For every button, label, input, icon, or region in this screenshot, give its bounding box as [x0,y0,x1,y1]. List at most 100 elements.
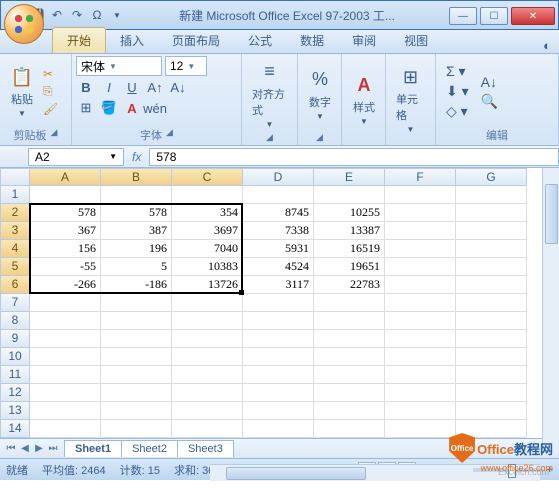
cell[interactable] [30,402,101,420]
tab-insert[interactable]: 插入 [106,28,158,53]
help-icon[interactable]: ◐ [543,38,551,53]
cell[interactable] [172,366,243,384]
dialog-launcher-icon[interactable]: ◢ [51,127,58,143]
cell[interactable] [30,420,101,438]
cell[interactable] [30,348,101,366]
cell[interactable] [456,240,527,258]
cell[interactable] [101,384,172,402]
cell[interactable] [385,366,456,384]
maximize-button[interactable]: ☐ [480,7,508,25]
column-header[interactable]: B [101,168,172,186]
underline-button[interactable]: U [122,77,142,97]
cell[interactable] [172,294,243,312]
cell[interactable] [101,294,172,312]
close-button[interactable]: ✕ [511,7,555,25]
cell[interactable]: 13726 [172,276,243,294]
cell[interactable] [30,366,101,384]
cell[interactable]: 13387 [314,222,385,240]
column-header[interactable]: C [172,168,243,186]
cell[interactable] [243,420,314,438]
cell[interactable] [30,186,101,204]
next-sheet-icon[interactable]: ▶ [32,443,46,454]
cell[interactable] [172,330,243,348]
borders-icon[interactable]: ⊞ [76,98,96,118]
cell[interactable]: 3697 [172,222,243,240]
row-header[interactable]: 9 [0,330,30,348]
row-header[interactable]: 12 [0,384,30,402]
cell[interactable] [385,348,456,366]
row-header[interactable]: 6 [0,276,30,294]
row-header[interactable]: 4 [0,240,30,258]
fill-icon[interactable]: ⬇ ▾ [446,83,469,100]
tab-home[interactable]: 开始 [52,27,106,53]
cell[interactable]: 22783 [314,276,385,294]
cell[interactable]: 7338 [243,222,314,240]
cell[interactable] [456,276,527,294]
tab-page-layout[interactable]: 页面布局 [158,28,234,53]
cell[interactable] [314,330,385,348]
cell[interactable]: 578 [30,204,101,222]
cell[interactable] [314,420,385,438]
cell[interactable] [101,348,172,366]
cell[interactable]: -266 [30,276,101,294]
cell[interactable] [314,384,385,402]
cell[interactable]: -55 [30,258,101,276]
cell[interactable]: 578 [101,204,172,222]
sheet-tab[interactable]: Sheet1 [64,440,122,457]
omega-icon[interactable]: Ω [89,7,105,23]
cell[interactable]: -186 [101,276,172,294]
font-size-combo[interactable]: 12▼ [165,56,207,76]
cell[interactable] [243,402,314,420]
cell[interactable] [101,366,172,384]
tab-formulas[interactable]: 公式 [234,28,286,53]
undo-icon[interactable]: ↶ [49,7,65,23]
cell[interactable] [385,258,456,276]
cell[interactable]: 196 [101,240,172,258]
dialog-launcher-icon[interactable]: ◢ [266,132,273,143]
grow-font-icon[interactable]: A↑ [145,77,165,97]
cell[interactable] [314,294,385,312]
dialog-launcher-icon[interactable]: ◢ [166,127,173,143]
tab-data[interactable]: 数据 [286,28,338,53]
cell[interactable] [243,366,314,384]
cell[interactable] [385,312,456,330]
cell[interactable] [30,294,101,312]
cell[interactable] [30,312,101,330]
autosum-icon[interactable]: Σ ▾ [446,63,469,80]
cell[interactable]: 3117 [243,276,314,294]
cell[interactable] [172,420,243,438]
cell[interactable]: 10383 [172,258,243,276]
sheet-tab[interactable]: Sheet3 [177,440,234,457]
row-header[interactable]: 7 [0,294,30,312]
row-header[interactable]: 10 [0,348,30,366]
cell[interactable] [172,186,243,204]
cell[interactable] [243,384,314,402]
row-header[interactable]: 5 [0,258,30,276]
cell[interactable] [172,312,243,330]
cell[interactable] [243,186,314,204]
cell[interactable] [314,402,385,420]
column-header[interactable]: E [314,168,385,186]
qat-dropdown-icon[interactable]: ▼ [109,7,125,23]
office-button[interactable] [4,4,44,44]
shrink-font-icon[interactable]: A↓ [168,77,188,97]
row-header[interactable]: 2 [0,204,30,222]
clear-icon[interactable]: ◇ ▾ [446,103,469,120]
formula-input[interactable]: 578 [149,148,559,166]
select-all-corner[interactable] [0,168,30,186]
column-header[interactable]: G [456,168,527,186]
cell[interactable]: 367 [30,222,101,240]
cell[interactable] [314,348,385,366]
cell[interactable] [172,384,243,402]
phonetic-icon[interactable]: wén [145,98,165,118]
row-header[interactable]: 3 [0,222,30,240]
cell[interactable]: 354 [172,204,243,222]
cell[interactable] [456,384,527,402]
cell[interactable]: 16519 [314,240,385,258]
cell[interactable] [385,204,456,222]
cell[interactable] [101,420,172,438]
sheet-tab[interactable]: Sheet2 [121,440,178,457]
font-name-combo[interactable]: 宋体▼ [76,56,162,76]
dialog-launcher-icon[interactable]: ◢ [316,132,323,143]
first-sheet-icon[interactable]: ⏮ [4,443,18,454]
